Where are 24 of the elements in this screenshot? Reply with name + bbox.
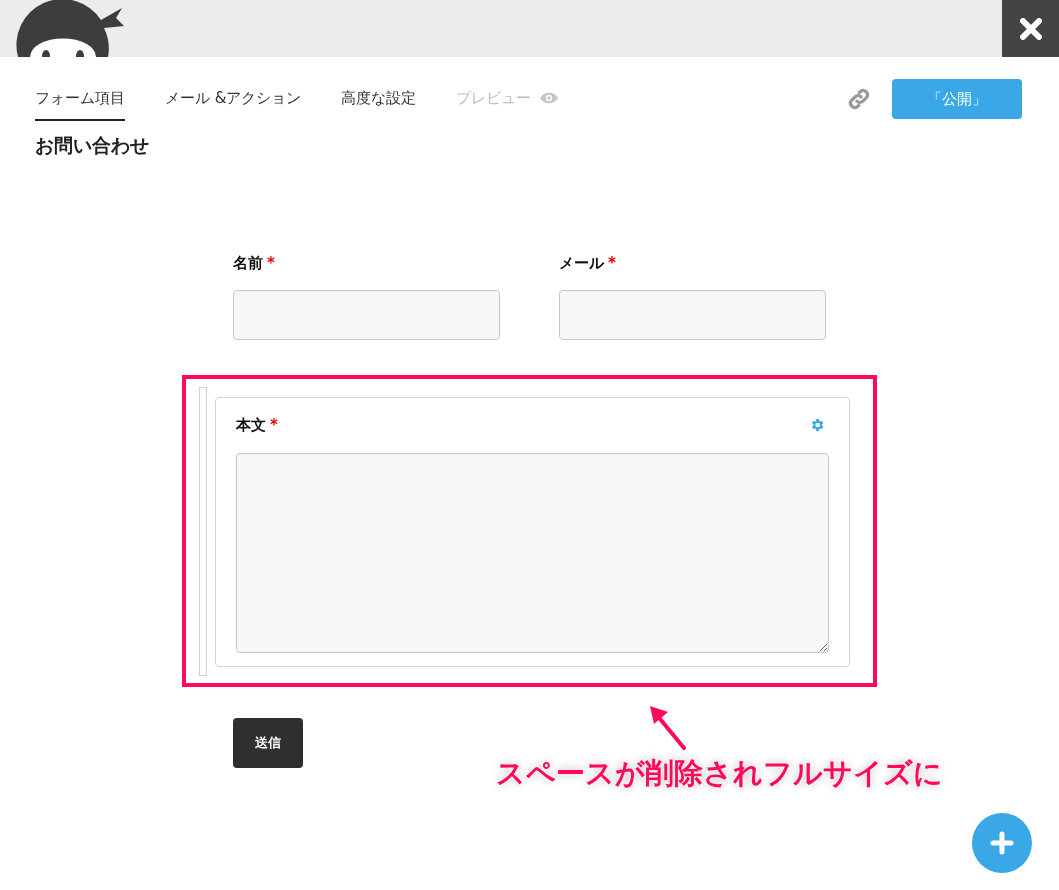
text-input-field[interactable] xyxy=(559,290,826,340)
text-input-field[interactable] xyxy=(233,290,500,340)
tab[interactable]: フォーム項目 xyxy=(35,77,125,121)
add-button[interactable] xyxy=(972,813,1032,873)
settings-icon[interactable] xyxy=(809,417,825,434)
plus-icon xyxy=(990,831,1014,855)
drag-handle[interactable] xyxy=(199,387,207,676)
required-asterisk: * xyxy=(608,252,616,274)
textarea-field[interactable] xyxy=(236,452,829,653)
submit-button[interactable]: 送信 xyxy=(233,718,303,768)
required-asterisk: * xyxy=(267,252,275,274)
field-label: 本文 xyxy=(236,415,266,436)
close-button[interactable] xyxy=(1002,0,1059,57)
close-icon xyxy=(1019,17,1042,40)
annotation-arrow xyxy=(648,704,688,750)
field-label: メール xyxy=(559,252,604,274)
eye-icon xyxy=(539,91,560,105)
form-title: お問い合わせ xyxy=(34,133,150,158)
link-icon[interactable] xyxy=(846,86,872,112)
tab[interactable]: メール &アクション xyxy=(165,77,302,121)
required-asterisk: * xyxy=(270,415,278,436)
annotation-text: スペースが削除されフルサイズに xyxy=(496,755,943,792)
field-label: 名前 xyxy=(233,252,263,274)
tab[interactable]: 高度な設定 xyxy=(341,77,417,121)
